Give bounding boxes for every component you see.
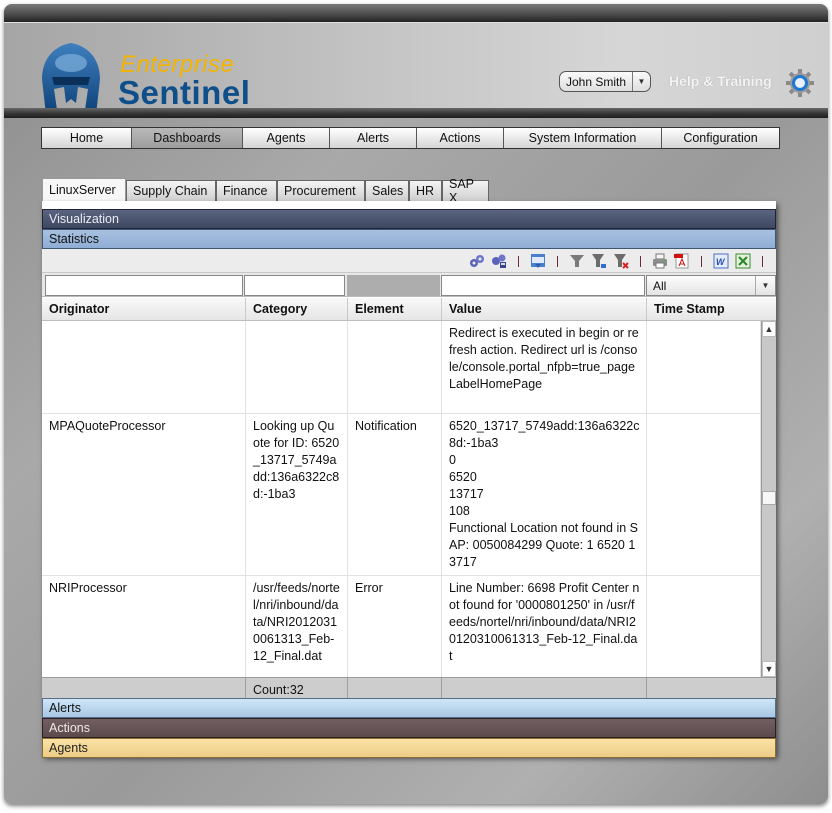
help-training-link[interactable]: Help & Training	[669, 73, 772, 89]
print-icon[interactable]	[652, 253, 668, 269]
tab-sap-x[interactable]: SAP X	[442, 177, 489, 205]
value-filter-input[interactable]	[441, 275, 645, 296]
table-header: Originator Category Element Value Time S…	[42, 298, 776, 321]
alerts-section-header[interactable]: Alerts	[42, 698, 776, 718]
timestamp-filter-value: All	[653, 278, 667, 293]
dashboard-panel: Visualization Statistics W All ▼ Origina…	[42, 201, 776, 758]
footer-cell	[647, 678, 776, 698]
grid-toolbar: W	[42, 249, 776, 273]
tab-procurement[interactable]: Procurement	[277, 180, 365, 201]
table-body: Redirect is executed in begin or refresh…	[42, 321, 761, 677]
scroll-up-icon[interactable]: ▲	[762, 321, 776, 337]
user-dropdown[interactable]: John Smith ▼	[559, 71, 651, 92]
cell-timestamp	[647, 321, 761, 413]
cell-value: Redirect is executed in begin or refresh…	[442, 321, 647, 413]
toolbar-separator	[701, 255, 702, 267]
dashboard-tabs: LinuxServer Supply Chain Finance Procure…	[42, 177, 489, 205]
calendar-icon[interactable]	[530, 253, 546, 269]
column-header-value[interactable]: Value	[442, 298, 647, 320]
word-icon[interactable]: W	[713, 253, 729, 269]
scroll-down-icon[interactable]: ▼	[762, 661, 776, 677]
toolbar-separator	[640, 255, 641, 267]
footer-cell	[348, 678, 442, 698]
user-name: John Smith	[566, 74, 627, 89]
timestamp-filter-select[interactable]: All ▼	[646, 275, 776, 296]
column-header-originator[interactable]: Originator	[42, 298, 246, 320]
column-header-element[interactable]: Element	[348, 298, 442, 320]
chevron-down-icon[interactable]: ▼	[755, 276, 775, 295]
filter-row: All ▼	[42, 273, 776, 297]
tab-hr[interactable]: HR	[409, 180, 442, 201]
table-row[interactable]: Redirect is executed in begin or refresh…	[42, 321, 761, 414]
actions-section-header[interactable]: Actions	[42, 718, 776, 738]
cell-originator: MPAQuoteProcessor	[42, 414, 246, 575]
nav-home[interactable]: Home	[42, 128, 132, 148]
header-bottom-band	[4, 108, 828, 118]
footer-cell	[442, 678, 647, 698]
originator-filter-input[interactable]	[45, 275, 243, 296]
cell-timestamp	[647, 414, 761, 575]
cell-category: Looking up Quote for ID: 6520_13717_5749…	[246, 414, 348, 575]
nav-agents[interactable]: Agents	[243, 128, 330, 148]
toolbar-separator	[557, 255, 558, 267]
tab-linuxserver[interactable]: LinuxServer	[42, 178, 126, 201]
filter-icon[interactable]	[569, 253, 585, 269]
tab-supply-chain[interactable]: Supply Chain	[126, 180, 216, 201]
table-scrollbar[interactable]: ▲ ▼	[761, 321, 776, 677]
cell-element: Error	[348, 576, 442, 677]
scrollbar-thumb[interactable]	[762, 491, 776, 505]
nav-configuration[interactable]: Configuration	[662, 128, 779, 148]
gear-icon[interactable]	[786, 69, 814, 97]
filter-add-icon[interactable]	[591, 253, 607, 269]
nav-actions[interactable]: Actions	[417, 128, 504, 148]
header: Enterprise Sentinel John Smith ▼ Help & …	[4, 22, 828, 117]
gears-save-icon[interactable]	[491, 253, 507, 269]
toolbar-separator	[762, 255, 763, 267]
chevron-down-icon[interactable]: ▼	[632, 72, 650, 91]
table-row[interactable]: NRIProcessor /usr/feeds/nortel/nri/inbou…	[42, 576, 761, 677]
toolbar-separator	[518, 255, 519, 267]
logo-sentinel-text: Sentinel	[118, 74, 251, 111]
gears-icon[interactable]	[469, 253, 485, 269]
statistics-section-header[interactable]: Statistics	[42, 229, 776, 249]
cell-category: /usr/feeds/nortel/nri/inbound/data/NRI20…	[246, 576, 348, 677]
pdf-icon[interactable]	[674, 253, 690, 269]
tab-finance[interactable]: Finance	[216, 180, 277, 201]
filter-remove-icon[interactable]	[613, 253, 629, 269]
nav-alerts[interactable]: Alerts	[330, 128, 417, 148]
table-footer: Count:32	[42, 677, 776, 698]
tab-sales[interactable]: Sales	[365, 180, 409, 201]
cell-element	[348, 321, 442, 413]
table-row[interactable]: MPAQuoteProcessor Looking up Quote for I…	[42, 414, 761, 576]
column-header-timestamp[interactable]: Time Stamp	[647, 298, 776, 320]
cell-timestamp	[647, 576, 761, 677]
category-filter-input[interactable]	[244, 275, 345, 296]
row-count: Count:32	[246, 678, 348, 698]
nav-system-information[interactable]: System Information	[504, 128, 662, 148]
cell-value: Line Number: 6698 Profit Center not foun…	[442, 576, 647, 677]
cell-value: 6520_13717_5749add:136a6322c8d:-1ba3 0 6…	[442, 414, 647, 575]
footer-cell	[42, 678, 246, 698]
top-band	[4, 4, 828, 22]
visualization-section-header[interactable]: Visualization	[42, 209, 776, 229]
cell-originator	[42, 321, 246, 413]
agents-section-header[interactable]: Agents	[42, 738, 776, 758]
cell-originator: NRIProcessor	[42, 576, 246, 677]
cell-element: Notification	[348, 414, 442, 575]
nav-dashboards[interactable]: Dashboards	[132, 128, 243, 148]
excel-icon[interactable]	[735, 253, 751, 269]
main-navigation: Home Dashboards Agents Alerts Actions Sy…	[41, 127, 780, 149]
cell-category	[246, 321, 348, 413]
element-filter-disabled	[347, 275, 440, 296]
column-header-category[interactable]: Category	[246, 298, 348, 320]
